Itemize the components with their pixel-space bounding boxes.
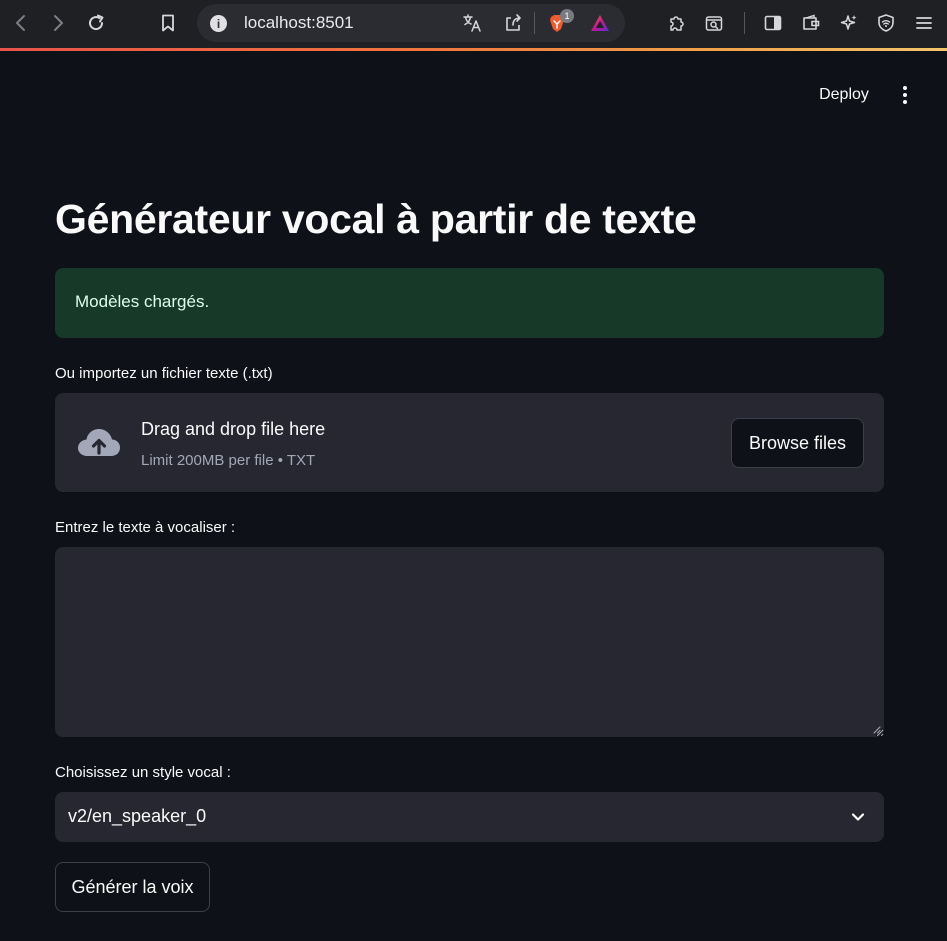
brave-rewards-icon[interactable] — [587, 10, 613, 36]
browser-toolbar: i localhost:8501 1 — [0, 0, 947, 49]
menu-icon[interactable] — [911, 10, 937, 36]
bookmark-icon[interactable] — [155, 10, 181, 36]
voice-select-label: Choisissez un style vocal : — [55, 764, 231, 781]
dropzone-limit: Limit 200MB per file • TXT — [141, 452, 316, 469]
back-icon[interactable] — [8, 10, 34, 36]
forward-icon[interactable] — [45, 10, 71, 36]
success-alert: Modèles chargés. — [55, 268, 884, 338]
deploy-button[interactable]: Deploy — [806, 80, 882, 110]
cloud-upload-icon — [74, 423, 124, 463]
sidebar-icon[interactable] — [760, 10, 786, 36]
success-message: Modèles chargés. — [75, 292, 210, 311]
address-bar[interactable]: i localhost:8501 1 — [197, 4, 625, 42]
share-icon[interactable] — [500, 10, 526, 36]
brave-shields-count: 1 — [560, 9, 574, 23]
reload-icon[interactable] — [83, 10, 109, 36]
main-menu-icon[interactable] — [892, 80, 918, 110]
generate-voice-button[interactable]: Générer la voix — [55, 862, 210, 912]
vpn-icon[interactable] — [873, 10, 899, 36]
search-tabs-icon[interactable] — [701, 10, 727, 36]
extensions-icon[interactable] — [664, 10, 690, 36]
info-icon[interactable]: i — [210, 15, 227, 32]
browse-files-button[interactable]: Browse files — [731, 418, 864, 468]
resize-grip-icon[interactable] — [872, 725, 881, 734]
dropzone-instructions: Drag and drop file here — [141, 419, 326, 439]
text-to-vocalize-input[interactable] — [55, 547, 884, 737]
page-title: Générateur vocal à partir de texte — [55, 196, 697, 242]
voice-style-select[interactable]: v2/en_speaker_0 — [55, 792, 884, 842]
wallet-icon[interactable] — [798, 10, 824, 36]
url-text[interactable]: localhost:8501 — [244, 13, 354, 33]
voice-style-value: v2/en_speaker_0 — [68, 806, 207, 826]
page-load-accent — [0, 48, 947, 51]
leo-ai-icon[interactable] — [836, 10, 862, 36]
translate-icon[interactable] — [459, 10, 485, 36]
file-dropzone[interactable]: Drag and drop file here Limit 200MB per … — [55, 393, 884, 492]
uploader-label: Ou importez un fichier texte (.txt) — [55, 365, 273, 382]
chevron-down-icon — [851, 813, 865, 821]
text-input-label: Entrez le texte à vocaliser : — [55, 519, 236, 536]
